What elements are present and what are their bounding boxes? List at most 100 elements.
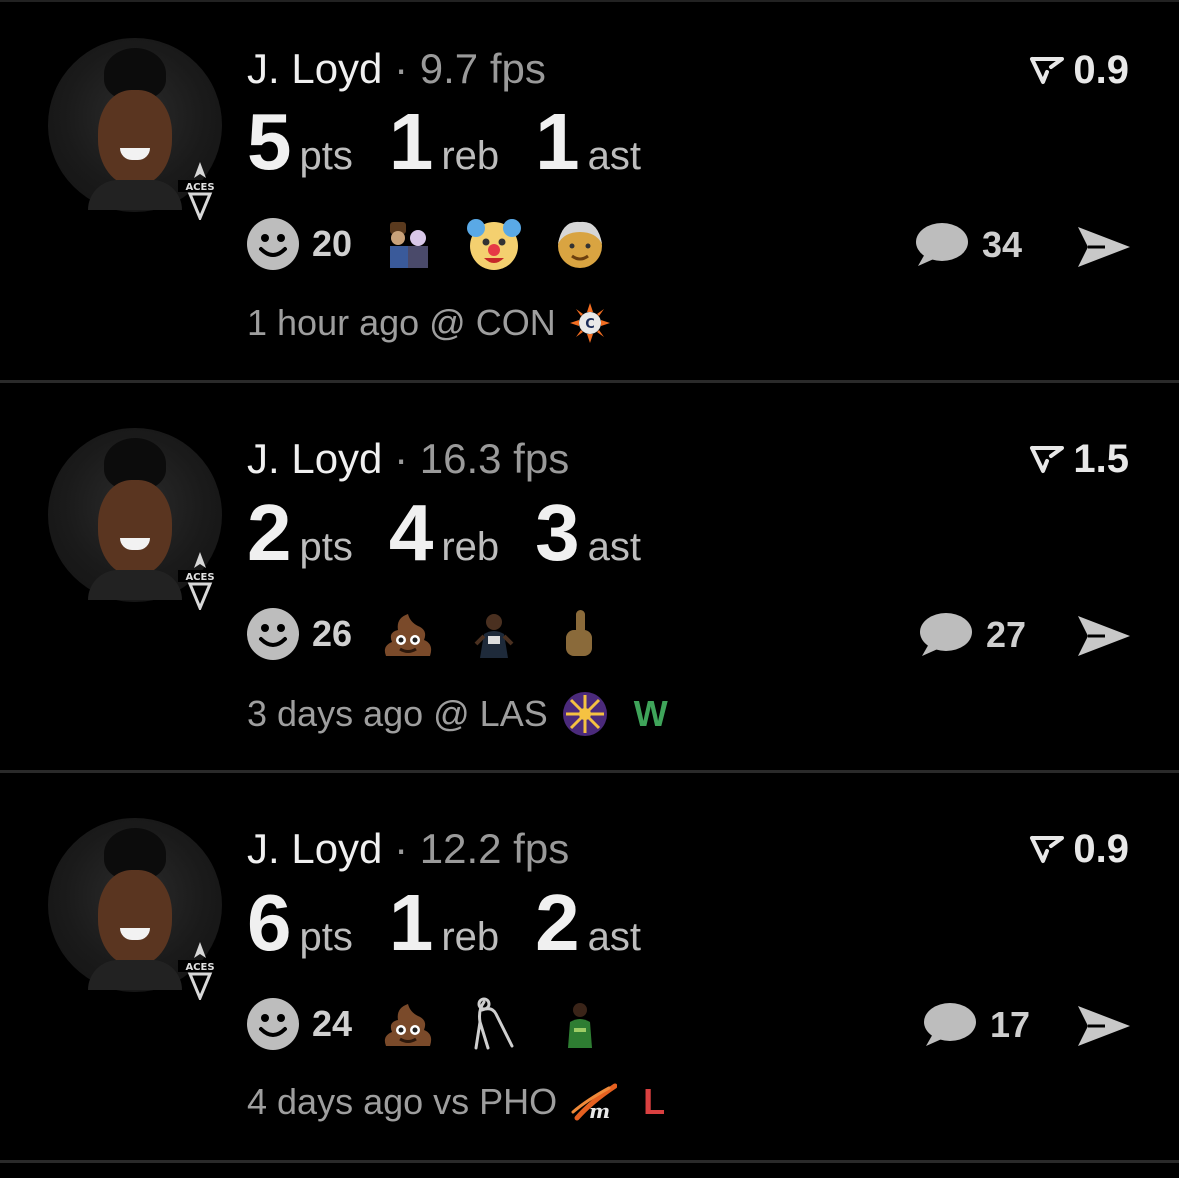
game-card[interactable]: ACES J. Loyd · 16.3 fps 1.5 2 pts 4 reb bbox=[0, 383, 1179, 773]
rating-value: 1.5 bbox=[1073, 437, 1129, 481]
comments-button[interactable]: 17 bbox=[920, 1000, 1030, 1050]
comment-bubble-icon bbox=[916, 223, 968, 266]
game-card[interactable]: ACES J. Loyd · 9.7 fps 0.9 5 pts 1 reb 1… bbox=[0, 2, 1179, 383]
game-card[interactable]: ACES J. Loyd · 12.2 fps 0.9 6 pts 1 reb bbox=[0, 773, 1179, 1163]
player-name[interactable]: J. Loyd bbox=[247, 825, 382, 872]
rating-value: 0.9 bbox=[1073, 827, 1129, 871]
share-send-icon[interactable] bbox=[1075, 613, 1133, 659]
aces-badge-icon: ACES bbox=[178, 162, 222, 220]
sparks-logo-icon bbox=[562, 692, 607, 736]
poop-icon[interactable] bbox=[380, 606, 436, 662]
comment-bubble-icon bbox=[920, 613, 972, 656]
game-meta: 1 hour ago @ CON C bbox=[247, 302, 636, 344]
stat-line: 6 pts 1 reb 2 ast bbox=[247, 883, 677, 963]
player-avatar[interactable]: ACES bbox=[48, 428, 222, 610]
stat-rebounds: 1 reb bbox=[389, 883, 499, 963]
stat-value: 1 bbox=[388, 878, 434, 967]
game-meta: 3 days ago @ LAS W bbox=[247, 691, 668, 737]
add-reaction-smiley-icon[interactable] bbox=[246, 217, 300, 271]
player-name[interactable]: J. Loyd bbox=[247, 45, 382, 92]
stat-points: 5 pts bbox=[247, 102, 353, 182]
stat-unit: pts bbox=[299, 134, 353, 178]
rating-funnel-icon bbox=[1030, 446, 1065, 473]
add-reaction-smiley-icon[interactable] bbox=[246, 607, 300, 661]
game-time-opponent: 1 hour ago @ CON bbox=[247, 302, 556, 343]
stat-points: 2 pts bbox=[247, 493, 353, 573]
game-result: L bbox=[643, 1081, 666, 1122]
aces-badge-icon: ACES bbox=[178, 942, 222, 1000]
player-avatar[interactable]: ACES bbox=[48, 818, 222, 1000]
comment-count: 17 bbox=[990, 1004, 1031, 1045]
add-reaction-smiley-icon[interactable] bbox=[246, 997, 300, 1051]
comment-bubble-icon bbox=[924, 1003, 976, 1046]
avatar-face bbox=[98, 870, 172, 966]
reaction-count: 26 bbox=[312, 613, 353, 654]
fps-value: 16.3 fps bbox=[419, 435, 570, 482]
rating-funnel-icon bbox=[1030, 57, 1065, 84]
stat-value: 2 bbox=[535, 878, 580, 967]
game-result: W bbox=[633, 693, 668, 734]
cane-figure-sticker-icon[interactable] bbox=[466, 996, 522, 1052]
rating: 0.9 bbox=[1029, 829, 1129, 869]
comments-button[interactable]: 34 bbox=[912, 220, 1022, 270]
stat-rebounds: 4 reb bbox=[389, 493, 499, 573]
stat-line: 2 pts 4 reb 3 ast bbox=[247, 493, 677, 573]
rating-value: 0.9 bbox=[1073, 48, 1129, 92]
poop-icon[interactable] bbox=[380, 996, 436, 1052]
stat-value: 6 bbox=[247, 878, 292, 967]
separator-dot: · bbox=[394, 435, 409, 482]
rating: 0.9 bbox=[1029, 50, 1129, 90]
svg-text:C: C bbox=[585, 317, 595, 332]
share-send-icon[interactable] bbox=[1075, 1003, 1133, 1049]
game-feed: ACES J. Loyd · 9.7 fps 0.9 5 pts 1 reb 1… bbox=[0, 0, 1179, 1178]
avatar-shirt bbox=[88, 180, 182, 210]
aces-badge-text: ACES bbox=[185, 572, 214, 583]
player-avatar[interactable]: ACES bbox=[48, 38, 222, 220]
middle-finger-icon[interactable] bbox=[552, 606, 608, 662]
stat-value: 2 bbox=[247, 488, 292, 577]
stat-unit: pts bbox=[299, 525, 353, 569]
stat-points: 6 pts bbox=[247, 883, 353, 963]
fps-value: 12.2 fps bbox=[419, 825, 570, 872]
reactions-bar: 26 bbox=[246, 606, 638, 662]
stat-unit: reb bbox=[441, 134, 500, 178]
stat-unit: pts bbox=[299, 915, 353, 959]
stat-line: 5 pts 1 reb 1 ast bbox=[247, 102, 677, 182]
stat-assists: 3 ast bbox=[535, 493, 641, 573]
stat-value: 1 bbox=[535, 97, 580, 186]
share-send-icon[interactable] bbox=[1075, 224, 1133, 270]
stat-unit: ast bbox=[587, 525, 642, 569]
game-time-opponent: 3 days ago @ LAS bbox=[247, 693, 548, 734]
avatar-face bbox=[98, 480, 172, 576]
fps-value: 9.7 fps bbox=[419, 45, 546, 92]
mercury-logo-icon: m bbox=[571, 1083, 618, 1122]
reaction-count: 24 bbox=[312, 1003, 353, 1044]
goalkeeper-sticker-icon[interactable] bbox=[552, 996, 608, 1052]
woody-buzz-sticker-icon[interactable] bbox=[380, 216, 436, 272]
separator-dot: · bbox=[394, 45, 409, 92]
reaction-count: 20 bbox=[312, 223, 353, 264]
player-header: J. Loyd · 12.2 fps bbox=[247, 828, 569, 870]
reactions-bar: 24 bbox=[246, 996, 638, 1052]
older-person-icon[interactable] bbox=[552, 216, 608, 272]
stat-value: 5 bbox=[247, 97, 292, 186]
man-sticker-icon[interactable] bbox=[466, 606, 522, 662]
player-header: J. Loyd · 16.3 fps bbox=[247, 438, 569, 480]
aces-badge-text: ACES bbox=[185, 962, 214, 973]
player-name[interactable]: J. Loyd bbox=[247, 435, 382, 482]
player-header: J. Loyd · 9.7 fps bbox=[247, 48, 546, 90]
rating-funnel-icon bbox=[1030, 836, 1065, 863]
game-meta: 4 days ago vs PHO m L bbox=[247, 1081, 665, 1123]
avatar-shirt bbox=[88, 570, 182, 600]
clown-face-icon[interactable] bbox=[466, 216, 522, 272]
aces-badge-text: ACES bbox=[185, 182, 214, 193]
stat-assists: 2 ast bbox=[535, 883, 641, 963]
stat-value: 1 bbox=[388, 97, 434, 186]
avatar-face bbox=[98, 90, 172, 186]
reactions-bar: 20 bbox=[246, 216, 638, 272]
separator-dot: · bbox=[394, 825, 409, 872]
aces-badge-icon: ACES bbox=[178, 552, 222, 610]
stat-rebounds: 1 reb bbox=[389, 102, 499, 182]
stat-assists: 1 ast bbox=[535, 102, 641, 182]
comments-button[interactable]: 27 bbox=[916, 610, 1026, 660]
